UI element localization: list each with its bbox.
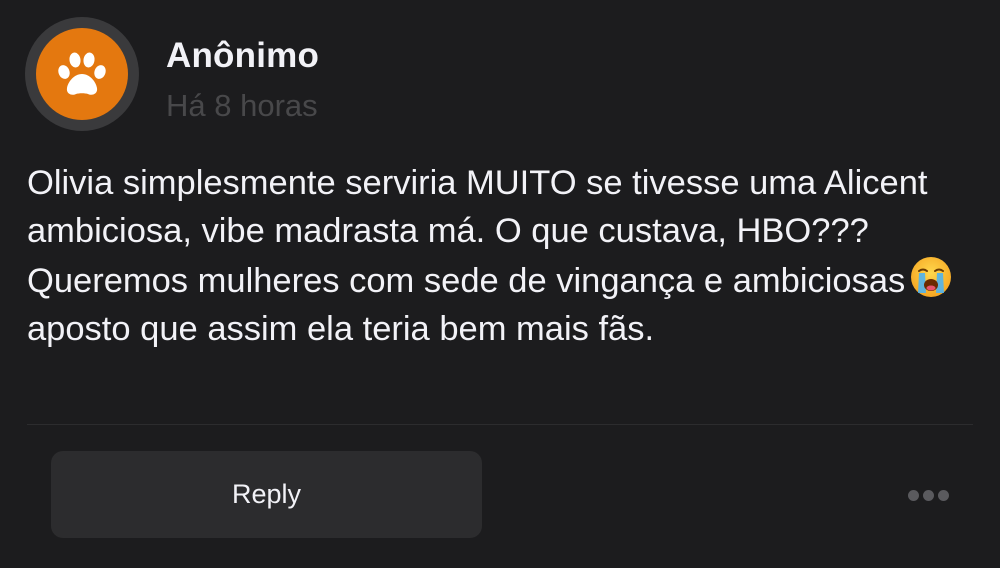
post-timestamp: Há 8 horas — [166, 88, 318, 123]
reply-button-label: Reply — [231, 479, 302, 509]
post-text-part-2: aposto que assim ela teria bem mais fãs. — [27, 309, 655, 348]
paw-print-icon — [58, 52, 106, 95]
author-name: Anônimo — [166, 36, 320, 75]
avatar-circle — [36, 28, 128, 120]
avatar[interactable] — [25, 17, 139, 131]
divider — [27, 424, 973, 425]
more-horizontal-icon — [906, 489, 951, 501]
more-options-button[interactable] — [900, 480, 956, 510]
post-body: Olivia simplesmente serviria MUITO se ti… — [27, 160, 987, 353]
reply-button[interactable]: Reply — [51, 451, 482, 538]
loudly-crying-face-emoji — [909, 255, 953, 299]
post-text-part-1: Olivia simplesmente serviria MUITO se ti… — [27, 164, 928, 300]
